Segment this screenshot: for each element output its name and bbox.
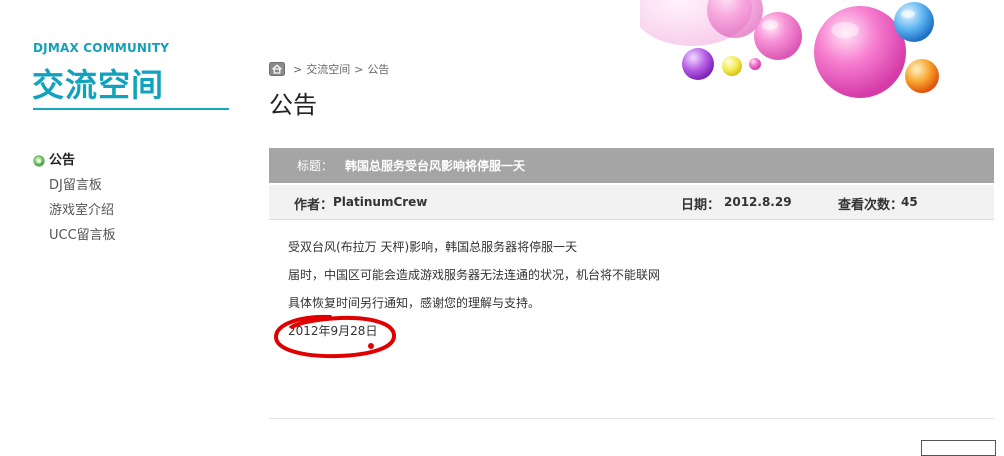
green-bullet-icon (33, 154, 45, 167)
breadcrumb: > 交流空间 > 公告 (269, 61, 389, 77)
post-body: 受双台风(布拉万 天枰)影响，韩国总服务器将停服一天 届时，中国区可能会造成游戏… (288, 238, 660, 350)
sidebar-nav: 公告 DJ留言板 游戏室介绍 UCC留言板 (33, 148, 116, 248)
post-body-date: 2012年9月28日 (288, 324, 378, 338)
brand-subtitle: DJMAX COMMUNITY (33, 41, 170, 55)
post-body-line: 具体恢复时间另行通知，感谢您的理解与支持。 (288, 296, 541, 310)
home-icon[interactable] (269, 62, 285, 76)
decorative-bubbles (640, 0, 939, 98)
content-bottom-divider (269, 418, 994, 419)
post-title-bar: 标题： 韩国总服务受台风影响将停服一天 (269, 148, 994, 183)
breadcrumb-notice[interactable]: 公告 (367, 61, 389, 77)
post-date: 2012.8.29 (724, 195, 792, 209)
breadcrumb-community[interactable]: 交流空间 (306, 61, 350, 77)
views-label: 查看次数： (838, 198, 904, 213)
sidebar-item-arcade-intro[interactable]: 游戏室介绍 (33, 198, 116, 223)
author-name: PlatinumCrew (333, 195, 428, 209)
sidebar-item-label: 游戏室介绍 (49, 202, 115, 218)
sidebar-item-dj-board[interactable]: DJ留言板 (33, 173, 116, 198)
view-count: 45 (901, 195, 918, 209)
author-label: 作者： (294, 198, 334, 213)
post-title: 韩国总服务受台风影响将停服一天 (345, 159, 526, 173)
date-label: 日期： (681, 198, 721, 213)
breadcrumb-separator: > (354, 62, 364, 76)
brand-divider (33, 108, 229, 110)
sidebar-item-notice[interactable]: 公告 (33, 148, 116, 173)
sidebar-item-label: DJ留言板 (49, 177, 102, 193)
sidebar-item-ucc-board[interactable]: UCC留言板 (33, 223, 116, 248)
post-title-label: 标题： (297, 159, 334, 173)
list-button[interactable] (921, 440, 996, 456)
sidebar-item-label: UCC留言板 (49, 227, 116, 243)
sidebar-item-label: 公告 (49, 152, 76, 168)
breadcrumb-separator: > (293, 62, 303, 76)
post-meta-bar: 作者： PlatinumCrew 日期： 2012.8.29 查看次数： 45 (269, 185, 994, 220)
post-body-line: 受双台风(布拉万 天枰)影响，韩国总服务器将停服一天 (288, 240, 578, 254)
page-title: 公告 (269, 91, 317, 119)
brand-title: 交流空间 (32, 66, 165, 104)
post-body-line: 届时，中国区可能会造成游戏服务器无法连通的状况，机台将不能联网 (288, 268, 661, 282)
